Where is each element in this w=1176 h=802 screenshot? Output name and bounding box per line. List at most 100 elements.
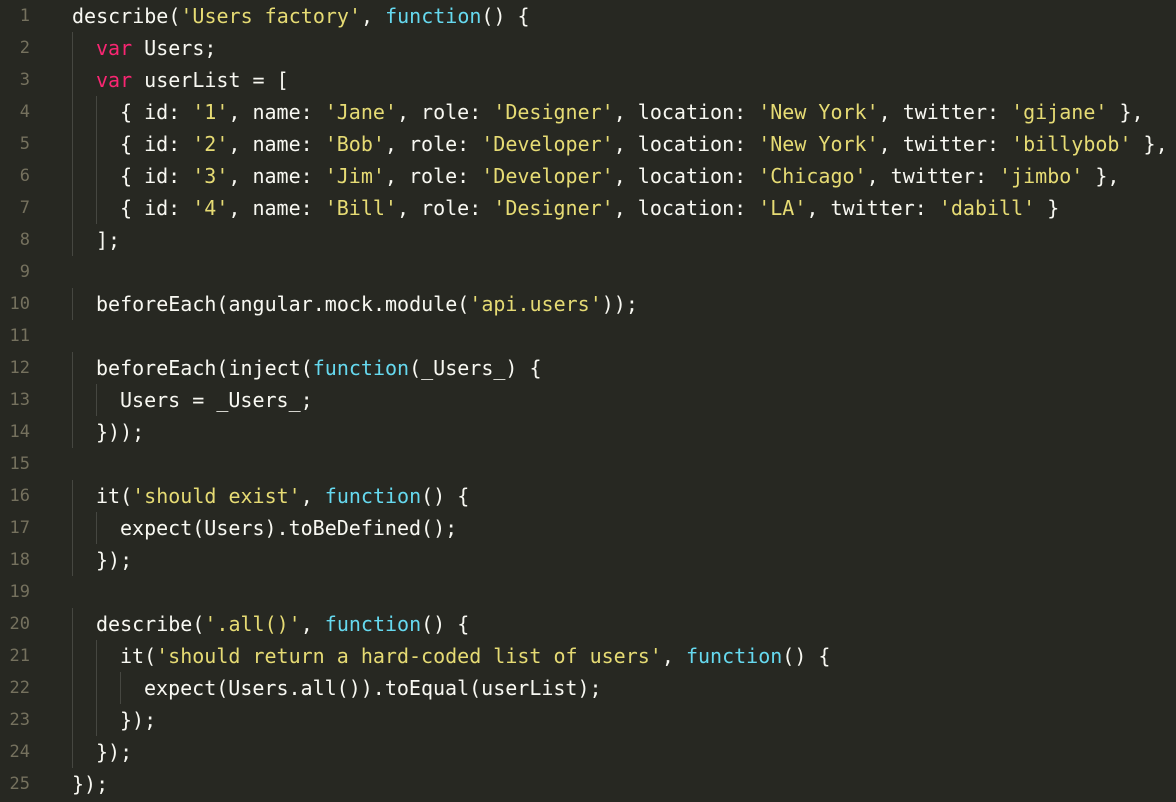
code-token-text: , role: <box>384 164 482 188</box>
line-code: }); <box>96 544 132 576</box>
code-line[interactable]: 23}); <box>0 704 1176 736</box>
indent-guide <box>72 480 73 512</box>
code-line[interactable]: 15 <box>0 448 1176 480</box>
line-number: 1 <box>19 6 30 26</box>
indent-guide <box>120 672 121 704</box>
code-line[interactable]: 6 { id: '3', name: 'Jim', role: 'Develope… <box>0 160 1176 192</box>
code-token-text: , twitter: <box>878 100 1012 124</box>
code-token-text: , <box>300 612 325 636</box>
code-token-text: { id: <box>120 164 193 188</box>
code-token-string: 'Chicago' <box>758 164 867 188</box>
code-token-string: 'Bob' <box>324 132 385 156</box>
code-line[interactable]: 19 <box>0 576 1176 608</box>
code-token-text: , twitter: <box>866 164 1000 188</box>
code-line[interactable]: 18}); <box>0 544 1176 576</box>
indent-guide <box>72 160 73 192</box>
code-line[interactable]: 24}); <box>0 736 1176 768</box>
code-token-string: 'Developer' <box>481 132 614 156</box>
code-line[interactable]: 13 Users = _Users_; <box>0 384 1176 416</box>
line-number: 17 <box>9 518 30 538</box>
code-token-text: it( <box>96 484 133 508</box>
line-number: 10 <box>9 294 30 314</box>
code-line[interactable]: 11 <box>0 320 1176 352</box>
code-token-text: }); <box>96 740 133 764</box>
code-line[interactable]: 8]; <box>0 224 1176 256</box>
line-code: Users = _Users_; <box>120 384 313 416</box>
code-area[interactable]: 1 describe('Users factory', function() {2… <box>0 0 1176 802</box>
code-token-string: '4' <box>192 196 229 220</box>
line-code: { id: '1', name: 'Jane', role: 'Designer… <box>120 96 1144 128</box>
code-token-text: , location: <box>613 164 759 188</box>
line-number: 20 <box>9 614 30 634</box>
line-number: 7 <box>19 198 30 218</box>
code-token-text: }); <box>72 772 109 796</box>
code-token-string: 'Designer' <box>493 196 614 220</box>
code-token-text: }); <box>96 548 133 572</box>
code-token-text: , location: <box>613 132 759 156</box>
indent-guide <box>96 704 97 736</box>
code-line[interactable]: 3 var userList = [ <box>0 64 1176 96</box>
code-line[interactable]: 9 <box>0 256 1176 288</box>
line-number: 6 <box>19 166 30 186</box>
line-number: 24 <box>9 742 30 762</box>
line-code: { id: '4', name: 'Bill', role: 'Designer… <box>120 192 1059 224</box>
line-number: 14 <box>9 422 30 442</box>
code-token-string: 'should return a hard-coded list of user… <box>156 644 662 668</box>
code-line[interactable]: 16 it('should exist', function() { <box>0 480 1176 512</box>
code-token-text: (_Users_) { <box>409 356 542 380</box>
code-token-string: 'dabill' <box>938 196 1036 220</box>
indent-guide <box>72 736 73 768</box>
code-line[interactable]: 17 expect(Users).toBeDefined(); <box>0 512 1176 544</box>
code-token-text: , name: <box>228 164 325 188</box>
code-token-string: 'gijane' <box>1011 100 1108 124</box>
code-line[interactable]: 2 var Users; <box>0 32 1176 64</box>
code-token-string: '3' <box>192 164 229 188</box>
line-number: 15 <box>9 454 30 474</box>
code-line[interactable]: 21 it('should return a hard-coded list of… <box>0 640 1176 672</box>
line-number: 13 <box>9 390 30 410</box>
code-token-text: ]; <box>96 228 121 252</box>
code-line[interactable]: 4 { id: '1', name: 'Jane', role: 'Designe… <box>0 96 1176 128</box>
code-token-text: )); <box>601 292 638 316</box>
line-code: }); <box>96 736 132 768</box>
indent-guide <box>72 640 73 672</box>
code-token-string: 'Bill' <box>324 196 397 220</box>
line-code: it('should exist', function() { <box>96 480 469 512</box>
code-token-text: , role: <box>396 100 494 124</box>
code-token-text: userList = [ <box>132 68 289 92</box>
indent-guide <box>72 384 73 416</box>
indent-guide <box>96 672 97 704</box>
code-token-text: , name: <box>228 100 325 124</box>
code-token-text: , name: <box>228 196 325 220</box>
indent-guide <box>72 608 73 640</box>
code-token-text: , twitter: <box>806 196 939 220</box>
code-token-string: 'Users factory' <box>180 4 361 28</box>
code-token-text: , <box>300 484 325 508</box>
code-line[interactable]: 12 beforeEach(inject(function(_Users_) { <box>0 352 1176 384</box>
line-code: var Users; <box>96 32 216 64</box>
code-token-text: })); <box>96 420 145 444</box>
code-token-text: }, <box>1131 132 1168 156</box>
line-number: 19 <box>9 582 30 602</box>
code-line[interactable]: 14})); <box>0 416 1176 448</box>
code-token-keyword: var <box>96 36 133 60</box>
code-line[interactable]: 25}); <box>0 768 1176 800</box>
code-token-fn: function <box>312 356 410 380</box>
code-line[interactable]: 10 beforeEach(angular.mock.module('api.us… <box>0 288 1176 320</box>
code-token-string: 'LA' <box>758 196 807 220</box>
code-line[interactable]: 5 { id: '2', name: 'Bob', role: 'Develope… <box>0 128 1176 160</box>
code-token-string: 'Developer' <box>481 164 614 188</box>
code-token-text: Users; <box>132 36 217 60</box>
indent-guide <box>72 672 73 704</box>
code-line[interactable]: 22 expect(Users.all()).toEqual(userList); <box>0 672 1176 704</box>
code-line[interactable]: 7 { id: '4', name: 'Bill', role: 'Designe… <box>0 192 1176 224</box>
line-code: var userList = [ <box>96 64 289 96</box>
indent-guide <box>96 192 97 224</box>
code-line[interactable]: 1 describe('Users factory', function() { <box>0 0 1176 32</box>
code-line[interactable]: 20 describe('.all()', function() { <box>0 608 1176 640</box>
indent-guide <box>96 96 97 128</box>
indent-guide <box>96 640 97 672</box>
line-code: describe('.all()', function() { <box>96 608 469 640</box>
code-editor[interactable]: 1 describe('Users factory', function() {2… <box>0 0 1176 802</box>
line-code: beforeEach(angular.mock.module('api.user… <box>96 288 638 320</box>
